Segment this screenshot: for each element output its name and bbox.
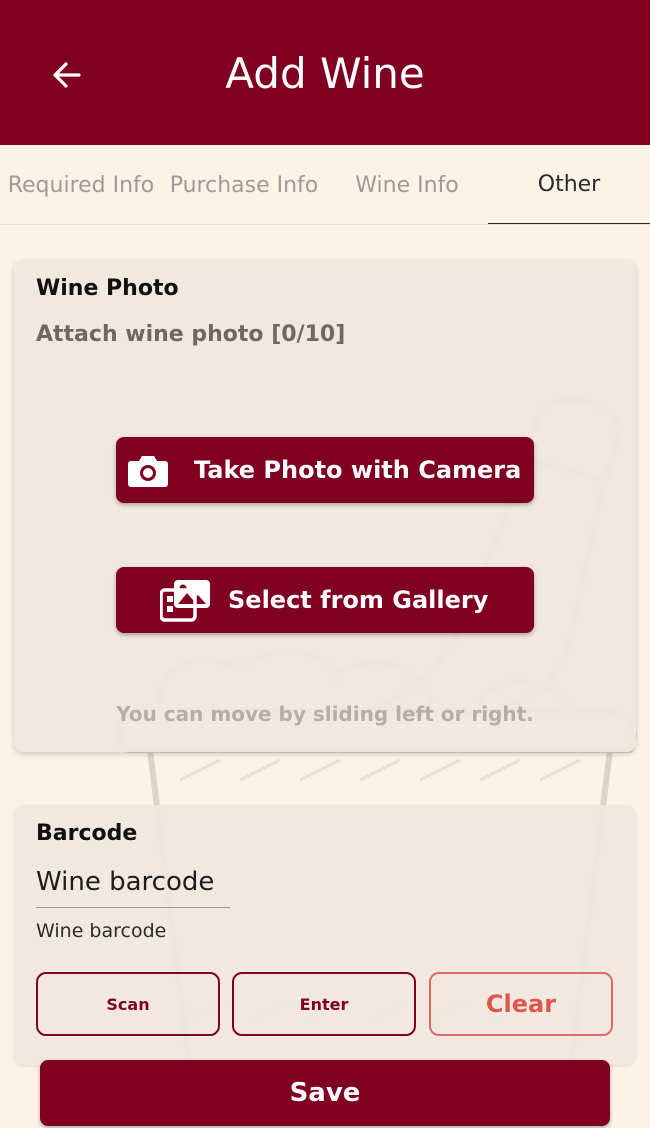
app-bar: Add Wine (0, 0, 650, 145)
take-photo-button[interactable]: Take Photo with Camera (116, 437, 534, 503)
take-photo-label: Take Photo with Camera (194, 456, 522, 484)
gallery-icon (158, 578, 214, 622)
tab-required-info[interactable]: Required Info (0, 145, 162, 225)
tab-other[interactable]: Other (488, 145, 650, 225)
tab-purchase-info[interactable]: Purchase Info (162, 145, 326, 225)
enter-button[interactable]: Enter (232, 972, 416, 1036)
barcode-title: Barcode (36, 821, 138, 846)
camera-icon (116, 452, 180, 488)
wine-photo-title: Wine Photo (36, 276, 179, 301)
tab-bar: Required Info Purchase Info Wine Info Ot… (0, 145, 650, 225)
barcode-card: Barcode Wine barcode Wine barcode Scan E… (14, 805, 636, 1065)
tab-divider (0, 224, 650, 225)
page-title: Add Wine (225, 49, 425, 98)
clear-button[interactable]: Clear (429, 972, 613, 1036)
swipe-hint: You can move by sliding left or right. (116, 702, 534, 726)
wine-photo-card: Wine Photo Attach wine photo [0/10] Take… (14, 260, 636, 752)
wine-photo-subtitle: Attach wine photo [0/10] (36, 322, 346, 347)
barcode-field-label: Wine barcode (36, 920, 167, 942)
save-button[interactable]: Save (40, 1060, 610, 1126)
scan-button[interactable]: Scan (36, 972, 220, 1036)
barcode-value-field[interactable]: Wine barcode (36, 867, 230, 908)
tab-wine-info[interactable]: Wine Info (326, 145, 488, 225)
select-gallery-button[interactable]: Select from Gallery (116, 567, 534, 633)
select-gallery-label: Select from Gallery (228, 586, 489, 614)
